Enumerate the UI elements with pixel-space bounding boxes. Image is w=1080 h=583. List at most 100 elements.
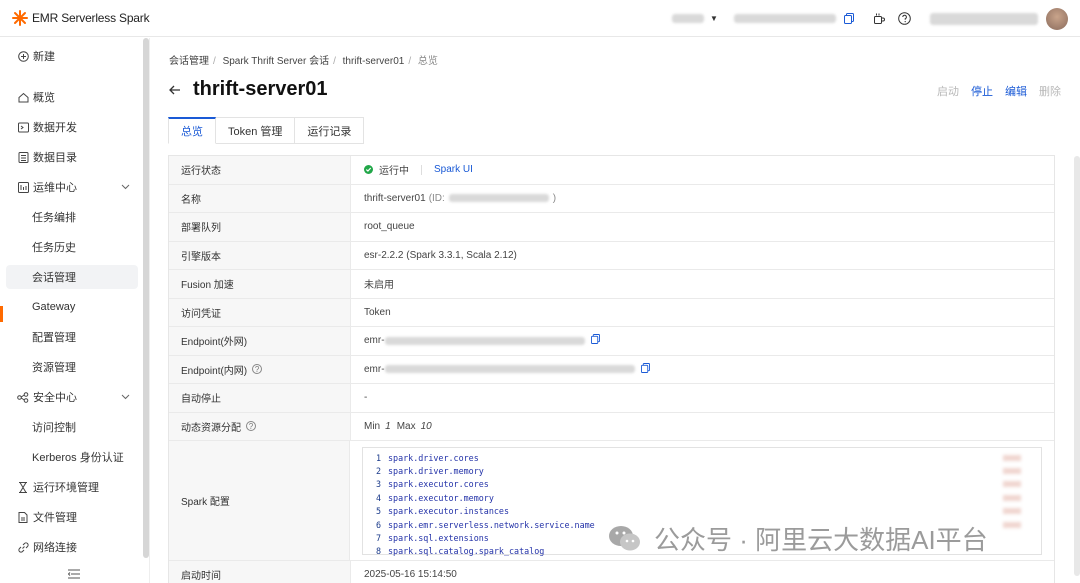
tab-overview[interactable]: 总览 — [168, 117, 216, 144]
sidebar-item-runtime-env[interactable]: 运行环境管理 — [0, 476, 140, 498]
chevron-down-icon — [121, 182, 130, 193]
engine-value: esr-2.2.2 (Spark 3.3.1, Scala 2.12) — [364, 249, 517, 261]
field-label: Spark 配置 — [169, 441, 350, 560]
sidebar-item-task-orchestration[interactable]: 任务编排 — [0, 206, 140, 228]
spark-ui-link[interactable]: Spark UI — [434, 164, 473, 175]
code-line: 5 spark.executor.instances — [363, 505, 1041, 518]
start-time-value: 2025-05-16 15:14:50 — [364, 569, 457, 581]
watermark-text: 公众号 · 阿里云大数据AI平台 — [654, 525, 988, 555]
sidebar-item-gateway[interactable]: Gateway — [0, 296, 140, 318]
action-bar: 启动 停止 编辑 删除 — [925, 83, 1061, 99]
sidebar-item-file-management[interactable]: 文件管理 — [0, 506, 140, 528]
stop-button[interactable]: 停止 — [971, 83, 993, 99]
help-icon[interactable] — [897, 12, 911, 26]
region-selector[interactable]: ▼ — [672, 0, 718, 37]
credential-value: Token — [364, 306, 391, 318]
sidebar-item-label: Gateway — [32, 301, 76, 313]
sidebar-item-label: 安全中心 — [33, 392, 77, 404]
sidebar-item-data-catalog[interactable]: 数据目录 — [0, 146, 140, 168]
sidebar-item-resource-management[interactable]: 资源管理 — [0, 356, 140, 378]
cup-icon[interactable] — [872, 12, 886, 26]
details-table: 运行状态 运行中 Spark UI 名称 thrift-server01 (ID… — [168, 155, 1055, 583]
row-auto-stop: 自动停止 - — [169, 384, 1054, 413]
code-line: 3 spark.executor.cores — [363, 478, 1041, 491]
sidebar-item-security-center[interactable]: 安全中心 — [0, 386, 140, 408]
copy-icon[interactable] — [842, 12, 856, 26]
sidebar-item-label: 访问控制 — [32, 422, 76, 434]
code-line: 1 spark.driver.cores — [363, 451, 1041, 464]
breadcrumb-item[interactable]: Spark Thrift Server 会话 — [223, 56, 330, 67]
field-label: Fusion 加速 — [169, 270, 351, 298]
breadcrumb-item[interactable]: thrift-server01 — [343, 56, 405, 67]
endpoint-private-value: emr- — [364, 363, 385, 375]
sidebar-scrollbar[interactable] — [143, 38, 149, 558]
delete-button[interactable]: 删除 — [1039, 83, 1061, 99]
sidebar-item-ops-center[interactable]: 运维中心 — [0, 176, 140, 198]
row-engine: 引擎版本 esr-2.2.2 (Spark 3.3.1, Scala 2.12) — [169, 241, 1054, 270]
field-label: 引擎版本 — [169, 241, 351, 269]
sidebar-item-label: 运行环境管理 — [33, 482, 99, 494]
min-value: 1 — [385, 420, 391, 432]
sidebar-item-access-control[interactable]: 访问控制 — [0, 416, 140, 438]
edit-button[interactable]: 编辑 — [1005, 83, 1027, 99]
title-row: thrift-server01 — [169, 78, 328, 101]
sidebar-item-label: 数据目录 — [33, 152, 77, 164]
app-logo[interactable]: EMR Serverless Spark — [12, 10, 150, 26]
avatar[interactable] — [1046, 7, 1068, 30]
field-label: 部署队列 — [169, 213, 351, 241]
sidebar-item-label: 新建 — [33, 51, 55, 63]
home-icon — [17, 91, 29, 103]
back-arrow-icon[interactable] — [169, 82, 181, 98]
start-button[interactable]: 启动 — [937, 83, 959, 99]
security-icon — [17, 391, 29, 403]
workspace-selector[interactable] — [734, 0, 856, 37]
page-scrollbar[interactable] — [1074, 156, 1080, 576]
fusion-value: 未启用 — [364, 280, 394, 292]
field-label: 自动停止 — [169, 384, 351, 412]
field-label: 启动时间 — [169, 561, 351, 583]
field-label: Endpoint(内网) — [181, 365, 248, 377]
chevron-down-icon: ▼ — [710, 14, 718, 23]
row-status: 运行状态 运行中 Spark UI — [169, 156, 1054, 185]
breadcrumb: 会话管理 / Spark Thrift Server 会话 / thrift-ser… — [169, 56, 438, 67]
sidebar-item-new[interactable]: 新建 — [0, 45, 140, 67]
sidebar-item-label: 配置管理 — [32, 332, 76, 344]
help-icon[interactable]: ? — [246, 421, 256, 432]
copy-icon[interactable] — [640, 362, 650, 376]
sidebar-item-network-connection[interactable]: 网络连接 — [0, 536, 140, 558]
row-endpoint-private: Endpoint(内网) ? emr- — [169, 355, 1054, 384]
user-info[interactable] — [930, 0, 1068, 37]
sidebar-item-overview[interactable]: 概览 — [0, 86, 140, 108]
sidebar-item-label: 网络连接 — [33, 542, 77, 554]
help-icon[interactable]: ? — [252, 364, 263, 375]
sidebar-item-session-management[interactable]: 会话管理 — [6, 265, 138, 289]
sidebar-item-label: 文件管理 — [33, 512, 77, 524]
tab-run-records[interactable]: 运行记录 — [295, 117, 365, 144]
copy-icon[interactable] — [590, 334, 600, 347]
sidebar-item-data-dev[interactable]: 数据开发 — [0, 116, 140, 138]
tab-bar: 总览 Token 管理 运行记录 — [168, 117, 365, 144]
tab-token-management[interactable]: Token 管理 — [216, 117, 296, 144]
row-dynamic-allocation: 动态资源分配 ? Min 1 Max 10 — [169, 412, 1054, 441]
sidebar-item-config-management[interactable]: 配置管理 — [0, 326, 140, 348]
sidebar-item-task-history[interactable]: 任务历史 — [0, 236, 140, 258]
link-icon — [17, 541, 29, 553]
row-start-time: 启动时间 2025-05-16 15:14:50 — [169, 561, 1054, 583]
main-content: 会话管理 / Spark Thrift Server 会话 / thrift-ser… — [151, 38, 1080, 583]
endpoint-redacted — [384, 365, 635, 374]
sidebar-item-label: 概览 — [33, 92, 55, 104]
queue-value: root_queue — [364, 221, 415, 233]
collapse-menu-icon[interactable] — [67, 568, 80, 582]
watermark: 公众号 · 阿里云大数据AI平台 — [608, 520, 988, 557]
sidebar-item-label: 任务编排 — [32, 212, 76, 224]
sidebar-item-label: 会话管理 — [32, 272, 76, 284]
id-value-redacted — [448, 194, 549, 203]
status-value: 运行中 — [379, 166, 409, 178]
terminal-icon — [17, 121, 29, 133]
row-fusion: Fusion 加速 未启用 — [169, 270, 1054, 299]
breadcrumb-item[interactable]: 会话管理 — [169, 56, 209, 67]
top-bar: EMR Serverless Spark ▼ — [0, 0, 1080, 37]
sidebar-item-kerberos[interactable]: Kerberos 身份认证 — [0, 446, 140, 468]
code-line: 4 spark.executor.memory — [363, 491, 1041, 504]
plus-circle-icon — [17, 50, 29, 62]
